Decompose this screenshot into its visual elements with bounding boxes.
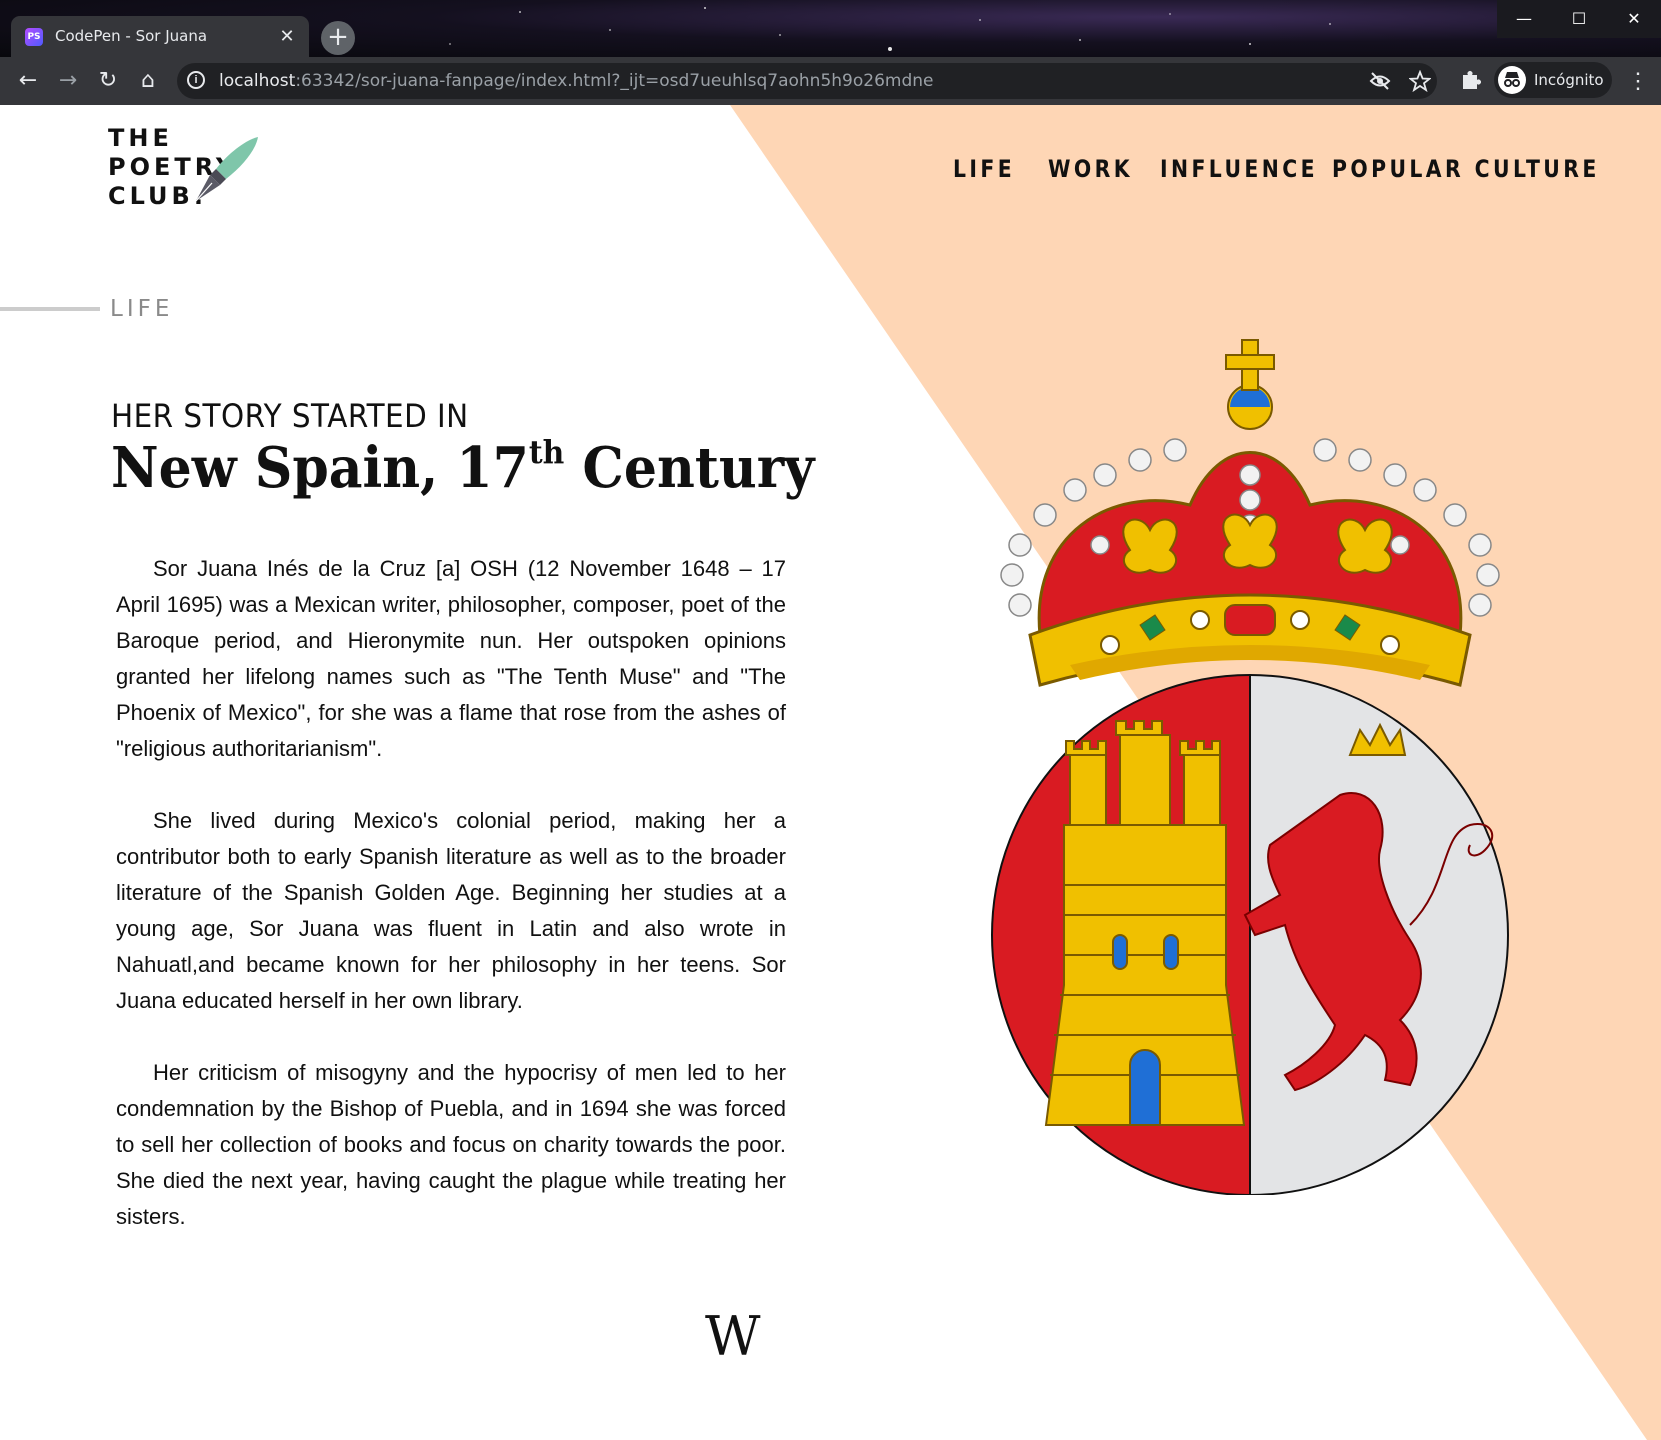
window-controls: — ☐ ✕	[1497, 0, 1661, 38]
reload-icon[interactable]: ↻	[95, 68, 121, 94]
coat-of-arms-illustration	[991, 339, 1509, 1195]
nav-popular-culture[interactable]: POPULAR CULTURE	[1332, 155, 1600, 183]
headline-kicker: HER STORY STARTED IN	[111, 397, 469, 435]
wikipedia-logo-link[interactable]: W	[705, 1305, 760, 1368]
page-content: THE POETRY CLUB. LIFE WORK INFLUENCE POP…	[0, 105, 1661, 1440]
nav-influence[interactable]: INFLUENCE	[1160, 155, 1318, 183]
bookmark-star-icon[interactable]	[1409, 70, 1431, 92]
incognito-label: Incógnito	[1534, 71, 1604, 89]
incognito-icon	[1498, 66, 1526, 94]
section-label: LIFE	[110, 296, 174, 322]
extensions-puzzle-icon[interactable]	[1459, 69, 1481, 91]
tab-title: CodePen - Sor Juana	[55, 27, 208, 45]
page-headline: New Spain, 17th Century	[111, 433, 815, 501]
eye-off-icon[interactable]	[1369, 71, 1391, 91]
headline-end: Century	[564, 435, 815, 501]
url-text[interactable]: localhost:63342/sor-juana-fanpage/index.…	[219, 71, 934, 91]
url-path: :63342/sor-juana-fanpage/index.html?_ijt…	[295, 71, 934, 91]
new-tab-button[interactable]: +	[321, 21, 355, 55]
forward-arrow-icon[interactable]: →	[55, 68, 81, 94]
paragraph-2: She lived during Mexico's colonial perio…	[116, 808, 786, 1013]
phpstorm-favicon-icon: PS	[25, 28, 43, 46]
headline-superscript: th	[528, 433, 565, 471]
paragraph-3: Her criticism of misogyny and the hypocr…	[116, 1060, 786, 1229]
profile-button[interactable]: Incógnito	[1494, 62, 1612, 98]
site-info-icon[interactable]: i	[187, 71, 205, 89]
tab-close-icon[interactable]: ✕	[275, 24, 299, 48]
home-icon[interactable]: ⌂	[135, 68, 161, 94]
browser-chrome: PS CodePen - Sor Juana ✕ + — ☐ ✕ ← → ↻ ⌂…	[0, 0, 1661, 105]
nav-life[interactable]: LIFE	[953, 155, 1015, 183]
fountain-pen-icon	[195, 137, 258, 202]
section-divider-line	[0, 307, 100, 311]
address-bar[interactable]: i localhost:63342/sor-juana-fanpage/inde…	[177, 63, 1437, 99]
browser-toolbar: ← → ↻ ⌂ i localhost:63342/sor-juana-fanp…	[0, 57, 1661, 105]
more-menu-icon[interactable]: ⋮	[1627, 68, 1649, 94]
maximize-button[interactable]: ☐	[1552, 0, 1606, 38]
close-window-button[interactable]: ✕	[1607, 0, 1661, 38]
back-arrow-icon[interactable]: ←	[15, 68, 41, 94]
url-host: localhost	[219, 71, 296, 91]
browser-tab[interactable]: PS CodePen - Sor Juana ✕	[11, 16, 309, 57]
headline-main: New Spain, 17	[111, 435, 529, 501]
royal-crown	[1000, 339, 1500, 687]
nav-work[interactable]: WORK	[1048, 155, 1133, 183]
castle-emblem	[1044, 720, 1246, 1126]
paragraph-1: Sor Juana Inés de la Cruz [a] OSH (12 No…	[116, 556, 786, 761]
tab-strip: PS CodePen - Sor Juana ✕ + — ☐ ✕	[0, 0, 1661, 57]
minimize-button[interactable]: —	[1497, 0, 1551, 38]
